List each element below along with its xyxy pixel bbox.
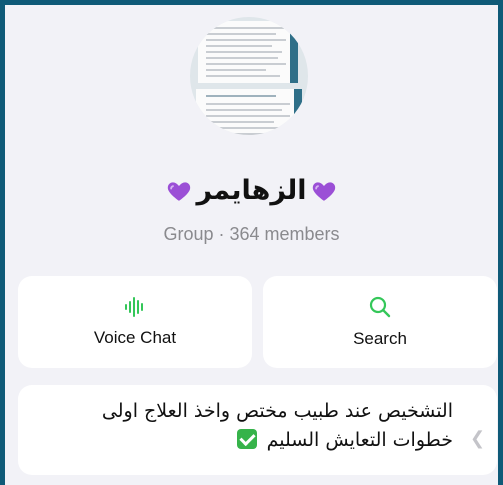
search-button[interactable]: Search (263, 276, 497, 368)
search-label: Search (353, 329, 407, 348)
description-text: التشخيص عند طبيب مختص واخذ العلاج اولى خ… (53, 397, 453, 455)
group-info-panel: الزهايمر Group · 364 members Voice Chat … (5, 5, 498, 485)
chevron-left-icon: ❮ (470, 428, 486, 448)
group-name: الزهايمر (196, 175, 307, 206)
document-thumbnail (196, 89, 302, 135)
purple-heart-icon (312, 181, 335, 201)
purple-heart-icon (168, 181, 191, 201)
group-avatar[interactable] (190, 17, 308, 161)
search-icon (369, 296, 391, 318)
group-title: الزهايمر (5, 175, 498, 206)
group-description[interactable]: التشخيص عند طبيب مختص واخذ العلاج اولى خ… (18, 385, 497, 475)
voice-chat-icon (125, 297, 143, 317)
voice-chat-label: Voice Chat (93, 328, 177, 347)
description-body: التشخيص عند طبيب مختص واخذ العلاج اولى خ… (101, 400, 453, 451)
member-count: Group · 364 members (163, 224, 340, 244)
document-thumbnail (198, 21, 298, 83)
check-mark-icon (236, 429, 257, 449)
voice-chat-button[interactable]: Voice Chat (18, 276, 252, 368)
avatar-image (190, 17, 308, 135)
